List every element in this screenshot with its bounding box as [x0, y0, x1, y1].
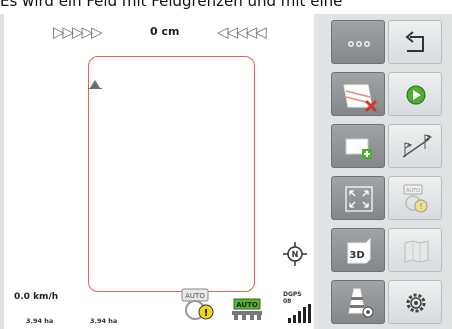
caption-text: Es wird ein Feld mit Feldgrenzen und mit… — [0, 0, 343, 10]
terminal-screen: ▷▷▷▷▷ 0 cm ◁◁◁◁◁ N 0.0 km/h 3.94 ha 3.94… — [0, 14, 452, 329]
svg-text:!: ! — [419, 202, 422, 211]
offset-value: 0 cm — [150, 25, 180, 38]
chevron-left-icons: ◁◁◁◁◁ — [217, 23, 267, 41]
svg-text:A: A — [407, 143, 411, 149]
view-3d-button[interactable]: 3D — [331, 228, 385, 272]
svg-text:N: N — [292, 250, 299, 259]
section-control-icon[interactable]: AUTO — [230, 297, 264, 321]
add-field-icon — [345, 138, 372, 159]
field-boundary — [88, 56, 255, 292]
vehicle-icon — [90, 80, 100, 88]
svg-text:B: B — [427, 135, 431, 141]
steer-label: AUTO — [185, 292, 205, 300]
map-view[interactable]: ▷▷▷▷▷ 0 cm ◁◁◁◁◁ N 0.0 km/h 3.94 ha 3.94… — [4, 14, 314, 329]
auto-warning-button[interactable]: AUTO! — [388, 176, 442, 220]
map-icon — [404, 240, 429, 263]
ab-line-button[interactable]: AB — [388, 124, 442, 168]
chevron-right-icons: ▷▷▷▷▷ — [53, 23, 103, 41]
vehicle-implement — [88, 88, 102, 89]
guidance-offset-bar: ▷▷▷▷▷ 0 cm ◁◁◁◁◁ — [4, 23, 314, 43]
play-button[interactable] — [388, 72, 442, 116]
more-icon — [348, 41, 370, 47]
area-worked: 3.94 ha — [26, 317, 54, 325]
auto-warning-icon: AUTO! — [403, 184, 428, 213]
zoom-extents-icon — [345, 186, 373, 212]
compass-icon[interactable]: N — [283, 242, 307, 266]
play-icon — [406, 85, 426, 105]
delete-boundary-icon — [343, 84, 378, 113]
ab-line-icon: AB — [402, 134, 433, 158]
more-button[interactable] — [331, 20, 385, 64]
obstacle-settings-icon — [348, 288, 374, 318]
delete-boundary-button[interactable] — [331, 72, 385, 116]
area-total: 3.94 ha — [90, 317, 118, 325]
zoom-extents-button[interactable] — [331, 176, 385, 220]
add-field-button[interactable] — [331, 124, 385, 168]
back-button[interactable] — [388, 20, 442, 64]
svg-text:AUTO: AUTO — [406, 188, 420, 194]
signal-strength-icon — [288, 304, 311, 323]
gear-icon — [406, 293, 426, 313]
svg-text:!: ! — [204, 308, 209, 319]
settings-button[interactable] — [388, 280, 442, 324]
auto-steer-warning-icon[interactable]: AUTO ! — [178, 287, 220, 321]
gps-label: DGPS — [283, 291, 302, 298]
svg-text:3D: 3D — [349, 250, 364, 261]
back-icon — [405, 31, 424, 52]
section-label: AUTO — [236, 301, 258, 309]
obstacle-settings-button[interactable] — [331, 280, 385, 324]
cube-3d-icon: 3D — [347, 237, 371, 264]
status-bar: 0.0 km/h 3.94 ha 3.94 ha AUTO ! AUTO DGP… — [4, 276, 314, 329]
speed-value: 0.0 km/h — [14, 292, 59, 302]
gps-status: DGPS 08 — [283, 291, 302, 305]
map-button[interactable] — [388, 228, 442, 272]
